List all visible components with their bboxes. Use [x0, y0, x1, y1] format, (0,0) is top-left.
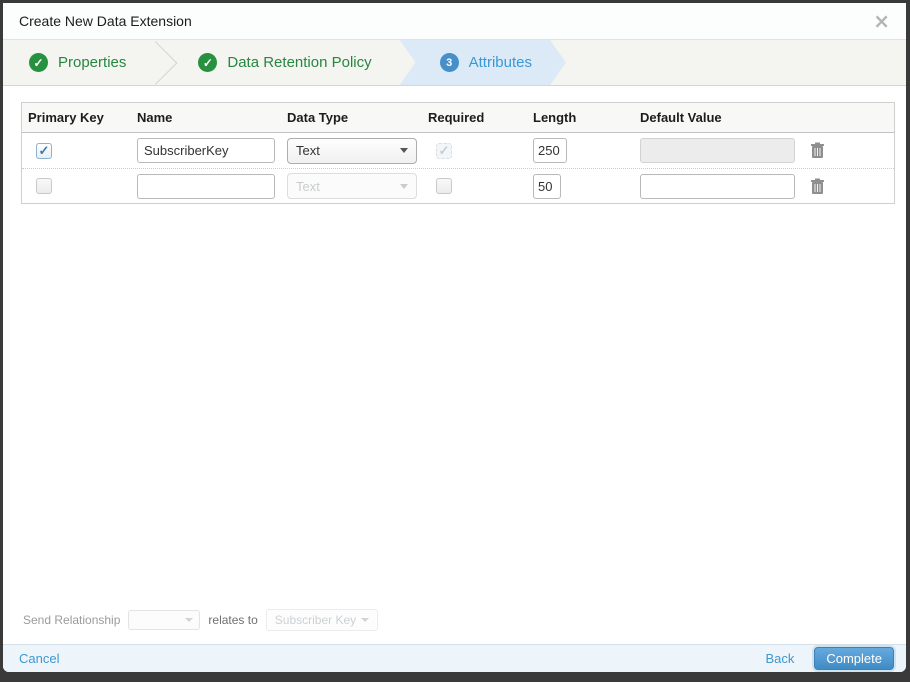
chevron-down-icon — [400, 183, 408, 189]
step-complete-check-icon: ✓ — [29, 53, 48, 72]
attributes-table: Primary Key Name Data Type Required Leng… — [21, 102, 895, 204]
attribute-name-input[interactable] — [137, 138, 275, 163]
required-checkbox[interactable] — [436, 178, 452, 194]
attributes-table-header: Primary Key Name Data Type Required Leng… — [22, 103, 894, 133]
attribute-name-input[interactable] — [137, 173, 275, 199]
data-type-selected-value: Text — [296, 143, 320, 158]
length-input[interactable] — [533, 173, 561, 199]
wizard-step-properties[interactable]: ✓ Properties — [3, 40, 146, 85]
chevron-down-icon — [185, 618, 194, 622]
col-header-required: Required — [428, 110, 485, 125]
wizard-step-label: Properties — [58, 54, 127, 71]
wizard-stepbar: ✓ Properties ✓ Data Retention Policy 3 A… — [3, 40, 906, 86]
close-icon[interactable]: × — [873, 11, 890, 31]
wizard-step-attributes: 3 Attributes — [400, 40, 566, 85]
primary-key-checkbox[interactable]: ✓ — [36, 142, 52, 159]
step-chevron-divider — [146, 40, 172, 85]
cancel-link[interactable]: Cancel — [19, 651, 59, 666]
wizard-step-label: Data Retention Policy — [227, 54, 372, 71]
modal-title: Create New Data Extension — [19, 13, 192, 29]
back-link[interactable]: Back — [765, 651, 794, 666]
create-data-extension-modal: Create New Data Extension × ✓ Properties… — [3, 3, 906, 672]
modal-titlebar: Create New Data Extension × — [3, 3, 906, 40]
chevron-down-icon — [361, 618, 370, 622]
modal-footer: Cancel Back Complete — [3, 644, 906, 672]
complete-button[interactable]: Complete — [814, 647, 894, 670]
length-input[interactable] — [533, 138, 567, 163]
chevron-down-icon — [400, 148, 408, 153]
primary-key-checkbox[interactable] — [36, 178, 52, 194]
default-value-input[interactable] — [640, 173, 795, 199]
required-checkbox: ✓ — [436, 142, 452, 159]
send-relationship-select — [128, 610, 201, 630]
modal-content: Primary Key Name Data Type Required Leng… — [3, 86, 906, 644]
col-header-length: Length — [533, 110, 577, 125]
data-type-select[interactable]: Text — [287, 137, 417, 164]
col-header-primary-key: Primary Key — [28, 110, 104, 125]
send-relationship-row: Send Relationship relates to Subscriber … — [23, 609, 379, 631]
attribute-row: Text — [22, 168, 894, 203]
delete-row-trash-icon[interactable] — [810, 142, 825, 159]
relates-target-select: Subscriber Key — [265, 609, 379, 631]
wizard-step-data-retention[interactable]: ✓ Data Retention Policy — [172, 40, 391, 85]
delete-row-trash-icon[interactable] — [810, 178, 825, 195]
data-type-select: Text — [287, 173, 417, 199]
step-number-badge: 3 — [440, 53, 459, 72]
default-value-input — [640, 138, 795, 163]
send-relationship-label: Send Relationship — [23, 613, 121, 627]
col-header-default-value: Default Value — [640, 110, 722, 125]
step-complete-check-icon: ✓ — [198, 53, 218, 72]
attribute-row: ✓ Text ✓ — [22, 133, 894, 168]
col-header-name: Name — [137, 110, 173, 125]
relates-to-label: relates to — [208, 613, 258, 627]
wizard-step-label: Attributes — [468, 54, 532, 71]
relates-target-value: Subscriber Key — [274, 613, 357, 627]
data-type-selected-value: Text — [296, 178, 320, 194]
col-header-data-type: Data Type — [287, 110, 349, 125]
